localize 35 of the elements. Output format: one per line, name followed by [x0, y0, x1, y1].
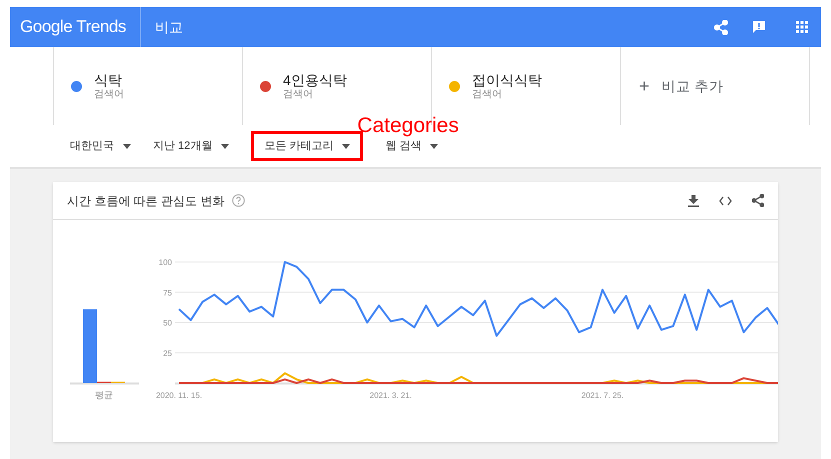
- term-name: 접이식식탁: [472, 71, 542, 89]
- page-title: 비교: [155, 18, 183, 36]
- apps-grid-icon[interactable]: [796, 21, 808, 33]
- search-term-card[interactable]: 식탁 검색어: [54, 47, 243, 125]
- caret-icon: [221, 144, 230, 148]
- x-tick-label: 2020. 11. 15.: [156, 391, 202, 400]
- add-comparison-label: 비교 추가: [662, 76, 724, 96]
- feedback-icon[interactable]: [752, 20, 766, 34]
- term-type: 검색어: [472, 89, 503, 101]
- axis-label: 평균: [95, 390, 113, 400]
- help-icon[interactable]: [232, 194, 246, 207]
- embed-code-icon[interactable]: [719, 196, 732, 206]
- x-tick-label: 2021. 7. 25.: [582, 391, 624, 400]
- app-logo[interactable]: Google Trends: [20, 14, 126, 40]
- filter-dropdown[interactable]: 대한민국: [70, 131, 131, 161]
- share-icon[interactable]: [752, 194, 764, 207]
- caret-icon: [123, 144, 131, 148]
- term-type: 검색어: [283, 89, 314, 101]
- filter-dropdown[interactable]: 지난 12개월: [153, 131, 230, 161]
- y-tick-label: 50: [163, 318, 172, 328]
- term-type: 검색어: [94, 89, 124, 101]
- y-tick-label: 75: [163, 288, 172, 298]
- caret-icon: [430, 144, 438, 148]
- y-tick-label: 100: [158, 258, 172, 267]
- y-tick-label: 25: [163, 348, 172, 358]
- add-comparison-button[interactable]: + 비교 추가: [621, 47, 810, 125]
- plus-icon: +: [639, 72, 650, 100]
- caret-icon: [342, 144, 350, 148]
- x-tick-label: 2021. 3. 21.: [370, 391, 412, 400]
- term-name: 식탁: [94, 71, 123, 89]
- download-icon[interactable]: [688, 194, 699, 206]
- term-name: 4인용식탁: [283, 71, 347, 89]
- filter-dropdown[interactable]: 모든 카테고리: [251, 131, 364, 161]
- card-title: 시간 흐름에 따른 관심도 변화: [67, 192, 224, 210]
- share-icon[interactable]: [714, 20, 728, 34]
